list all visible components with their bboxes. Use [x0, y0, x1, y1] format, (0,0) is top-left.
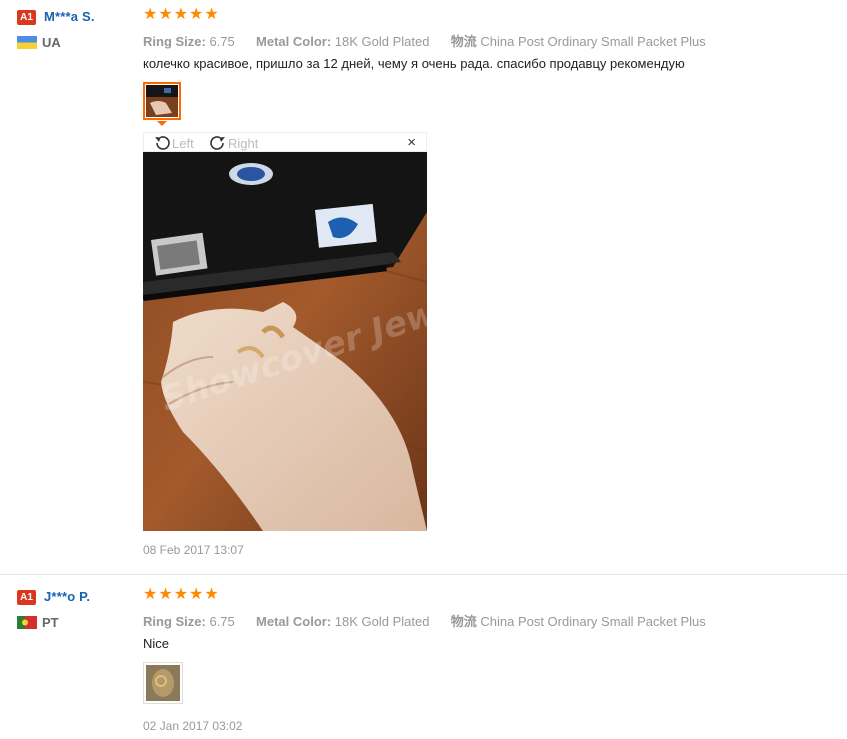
- review-text: Nice: [143, 636, 170, 651]
- review-text: колечко красивое, пришло за 12 дней, чем…: [143, 56, 685, 71]
- pt-flag-icon: [17, 616, 37, 629]
- shipping-method: China Post Ordinary Small Packet Plus: [480, 614, 706, 629]
- star-icon: ★: [158, 6, 173, 23]
- reviewer-name[interactable]: J***o P.: [44, 589, 90, 604]
- rotate-left-label: Left: [172, 135, 194, 151]
- buyer-level-badge: A1: [17, 10, 36, 25]
- star-icon: ★: [173, 6, 189, 23]
- star-rating: ★ ★ ★ ★ ★: [143, 7, 219, 23]
- star-icon: ★: [158, 586, 173, 603]
- thumbnail-pointer: [157, 121, 167, 126]
- shipping-icon: 物流: [450, 34, 477, 49]
- review-photo-thumbnail[interactable]: [143, 662, 183, 704]
- review-photo-image: Showcover Jewelry: [143, 152, 427, 531]
- metal-color-value: 18K Gold Plated: [334, 34, 430, 49]
- shipping-icon: 物流: [450, 614, 477, 629]
- metal-color-label: Metal Color:: [256, 614, 332, 629]
- ua-flag-icon: [17, 36, 37, 49]
- ring-size-value: 6.75: [209, 34, 235, 49]
- reviewer-name[interactable]: M***a S.: [44, 9, 95, 24]
- review-item: A1 M***a S. UA ★ ★ ★ ★ ★ Ring Size: 6.75…: [0, 0, 847, 575]
- image-viewer-toolbar: Left Right ×: [143, 132, 427, 152]
- star-icon: ★: [204, 586, 219, 603]
- review-item: A1 J***o P. PT ★ ★ ★ ★ ★ Ring Size: 6.75…: [0, 575, 847, 739]
- star-icon: ★: [143, 586, 158, 603]
- star-icon: ★: [204, 6, 219, 23]
- country-code: PT: [42, 615, 59, 630]
- metal-color-value: 18K Gold Plated: [334, 614, 430, 629]
- close-viewer-button[interactable]: ×: [407, 134, 416, 152]
- star-rating: ★ ★ ★ ★ ★: [143, 587, 219, 603]
- order-attributes: Ring Size: 6.75 Metal Color: 18K Gold Pl…: [143, 31, 706, 50]
- star-icon: ★: [189, 586, 204, 603]
- country-code: UA: [42, 35, 61, 50]
- review-photo-thumbnail[interactable]: [143, 82, 181, 120]
- ring-size-value: 6.75: [209, 614, 235, 629]
- ring-size-label: Ring Size:: [143, 34, 206, 49]
- ring-size-label: Ring Size:: [143, 614, 206, 629]
- star-icon: ★: [189, 6, 204, 23]
- rotate-right-label: Right: [228, 135, 259, 151]
- metal-color-label: Metal Color:: [256, 34, 332, 49]
- star-icon: ★: [173, 586, 189, 603]
- order-attributes: Ring Size: 6.75 Metal Color: 18K Gold Pl…: [143, 611, 706, 630]
- rotate-right-button[interactable]: Right: [208, 133, 258, 153]
- star-icon: ★: [143, 6, 158, 23]
- thumbnail-image: [146, 665, 180, 701]
- review-photo-enlarged: Showcover Jewelry: [143, 152, 427, 531]
- rotate-left-icon: [155, 136, 170, 150]
- thumbnail-image: [146, 85, 178, 117]
- review-date: 02 Jan 2017 03:02: [143, 719, 243, 733]
- shipping-method: China Post Ordinary Small Packet Plus: [480, 34, 706, 49]
- buyer-level-badge: A1: [17, 590, 36, 605]
- review-date: 08 Feb 2017 13:07: [143, 543, 244, 557]
- rotate-right-icon: [210, 136, 225, 150]
- rotate-left-button[interactable]: Left: [152, 133, 194, 153]
